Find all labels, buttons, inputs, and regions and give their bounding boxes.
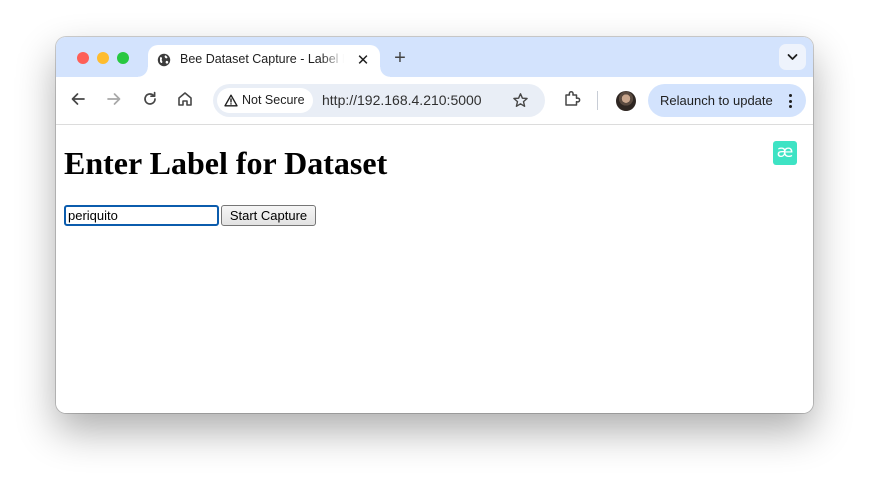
address-bar[interactable]: Not Secure http://192.168.4.210:5000 xyxy=(213,84,545,117)
security-chip[interactable]: Not Secure xyxy=(217,88,313,113)
window-close-button[interactable] xyxy=(77,52,89,64)
window-maximize-button[interactable] xyxy=(117,52,129,64)
page-content: Enter Label for Dataset Start Capture æ xyxy=(56,125,813,413)
relaunch-label: Relaunch to update xyxy=(660,93,773,108)
url-text[interactable]: http://192.168.4.210:5000 xyxy=(322,92,482,108)
browser-window: Bee Dataset Capture - Label Entry ✕ + xyxy=(56,37,813,413)
close-icon[interactable]: ✕ xyxy=(354,52,372,70)
puzzle-extension-icon[interactable] xyxy=(563,89,582,108)
kebab-menu-icon[interactable] xyxy=(789,94,793,108)
avatar[interactable] xyxy=(616,91,636,111)
extension-badge[interactable]: æ xyxy=(773,141,797,165)
toolbar: Not Secure http://192.168.4.210:5000 Rel… xyxy=(56,77,813,125)
chevron-down-icon xyxy=(787,54,798,60)
plus-icon[interactable]: + xyxy=(389,47,411,69)
start-capture-button[interactable]: Start Capture xyxy=(221,205,316,226)
forward-arrow-icon[interactable] xyxy=(105,90,123,108)
warning-icon xyxy=(224,94,238,107)
reload-icon[interactable] xyxy=(141,90,159,108)
home-icon[interactable] xyxy=(176,90,194,108)
label-input[interactable] xyxy=(64,205,219,226)
back-arrow-icon[interactable] xyxy=(69,90,87,108)
relaunch-to-update-button[interactable]: Relaunch to update xyxy=(648,84,806,117)
page-title: Enter Label for Dataset xyxy=(64,145,388,181)
security-label: Not Secure xyxy=(242,93,305,107)
tab-strip: Bee Dataset Capture - Label Entry ✕ + xyxy=(56,37,813,77)
toolbar-separator xyxy=(597,91,598,110)
globe-icon xyxy=(157,53,171,67)
tab-title: Bee Dataset Capture - Label Entry xyxy=(180,52,344,66)
window-minimize-button[interactable] xyxy=(97,52,109,64)
tab-active[interactable]: Bee Dataset Capture - Label Entry ✕ xyxy=(138,45,390,77)
tab-search-button[interactable] xyxy=(779,44,806,70)
star-icon[interactable] xyxy=(512,92,529,109)
